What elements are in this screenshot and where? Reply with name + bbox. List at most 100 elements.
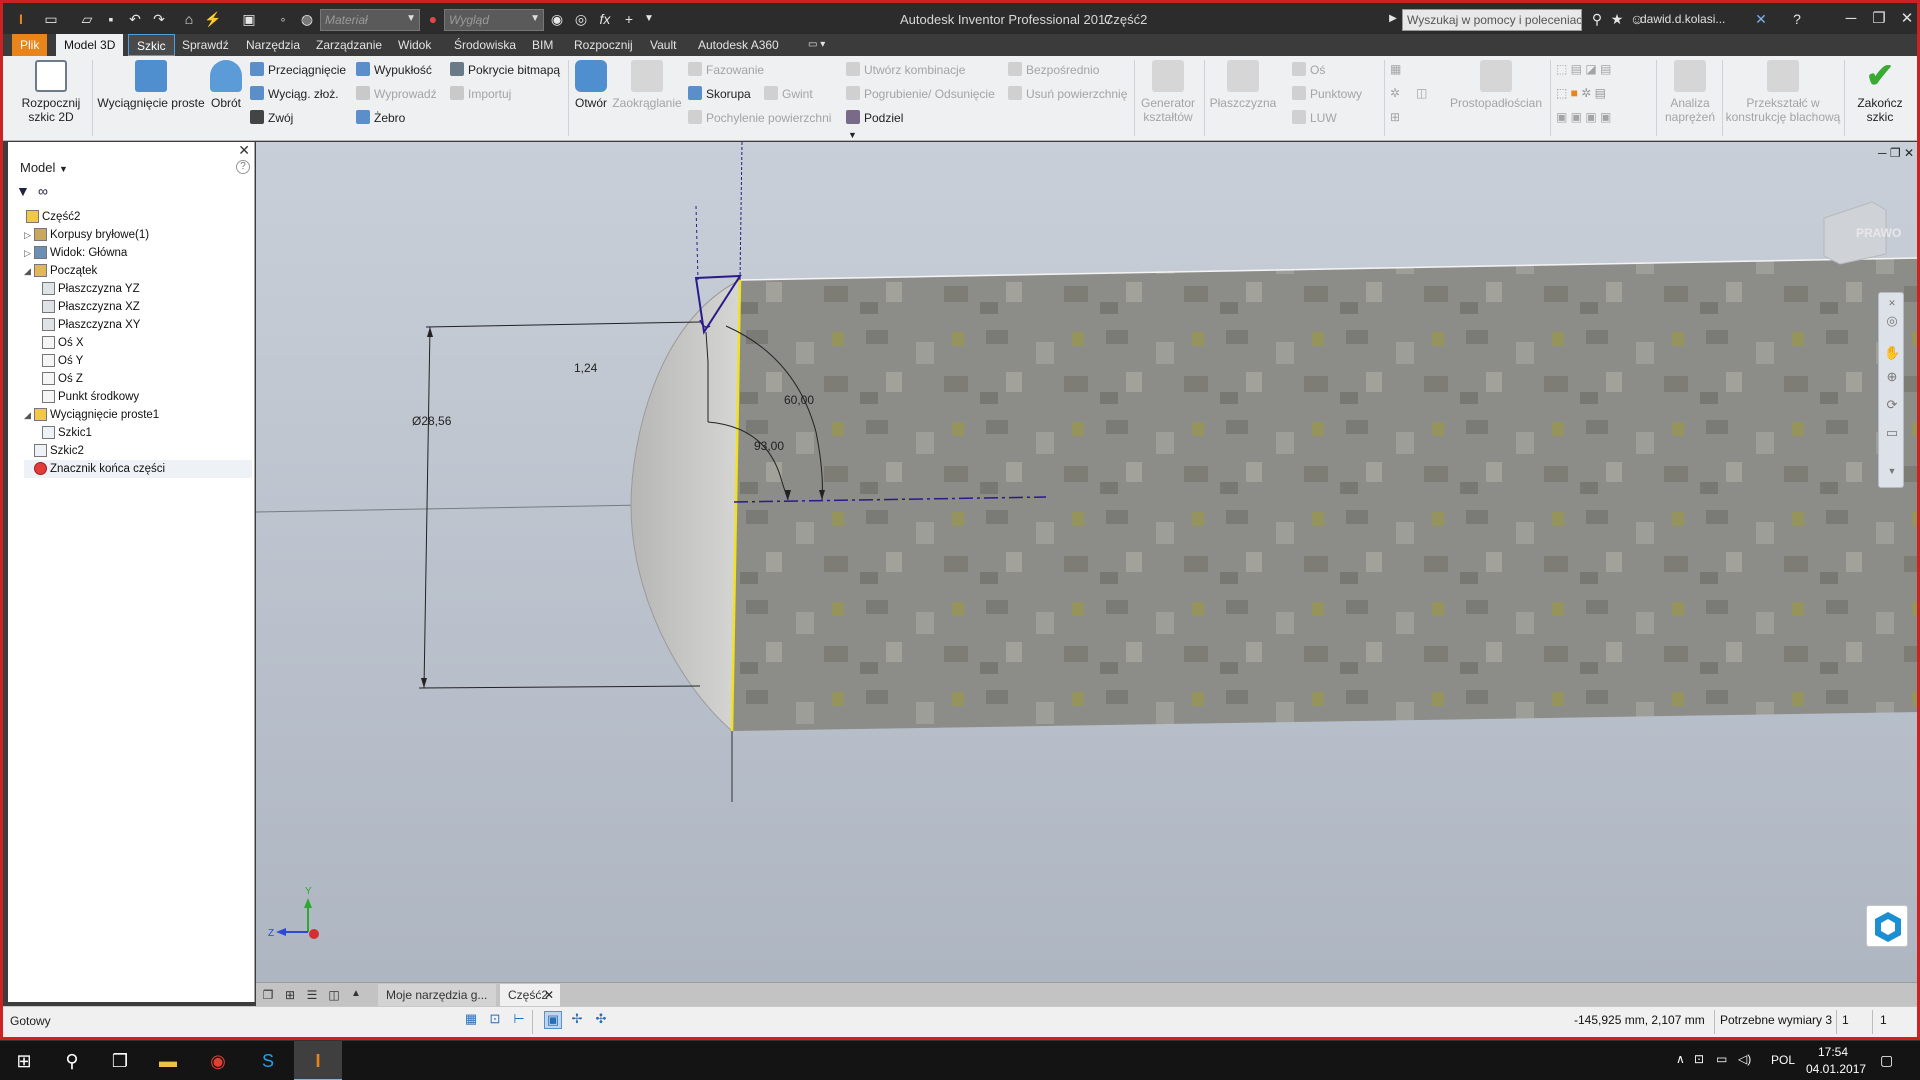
tree-item[interactable]: Płaszczyzna YZ xyxy=(32,280,252,298)
sweep-button[interactable]: Przeciągnięcie xyxy=(250,62,346,77)
redo-icon[interactable]: ↷ xyxy=(150,10,168,28)
navigation-bar[interactable]: ✕ ◎ ✋ ⊕ ⟳ ▭ ▼ xyxy=(1878,292,1904,488)
delete-face-button[interactable]: Usuń powierzchnię xyxy=(1008,86,1127,101)
revolve-button[interactable]: Obrót xyxy=(206,60,246,110)
hole-button[interactable]: Otwór xyxy=(572,60,610,110)
appearance-icon[interactable]: ● xyxy=(424,10,442,28)
filter-icon[interactable]: ▼ xyxy=(16,183,30,199)
chamfer-button[interactable]: Fazowanie xyxy=(688,62,764,77)
expand-icon[interactable]: ▶ xyxy=(1384,10,1402,28)
help-icon[interactable]: ? xyxy=(1788,10,1806,28)
binoculars-icon[interactable]: ⚲ xyxy=(1588,10,1606,28)
undo-icon[interactable]: ↶ xyxy=(126,10,144,28)
mirror-icon[interactable]: ◫ xyxy=(1416,86,1427,100)
tree-twisty-icon[interactable]: ▷ xyxy=(24,226,34,244)
navbar-menu-icon[interactable]: ▼ xyxy=(1884,463,1900,479)
loft-button[interactable]: Wyciąg. złoż. xyxy=(250,86,339,101)
combine-button[interactable]: Utwórz kombinacje xyxy=(846,62,965,77)
tree-twisty-icon[interactable]: ◢ xyxy=(24,262,34,280)
tab-file[interactable]: Plik xyxy=(12,34,48,56)
inventor-taskbar-icon[interactable]: I xyxy=(294,1041,342,1080)
tree-item[interactable]: Szkic2 xyxy=(24,442,252,460)
tab-sketch[interactable]: Szkic xyxy=(128,34,175,56)
box-button[interactable]: Prostopadłościan xyxy=(1444,60,1548,110)
tree-item[interactable]: Oś X xyxy=(32,334,252,352)
dimension-icon[interactable]: ⊡ xyxy=(486,1011,504,1029)
user-name[interactable]: dawid.d.kolasi... xyxy=(1640,12,1725,26)
close-icon[interactable]: ✕ xyxy=(238,142,250,159)
shape-generator-button[interactable]: Generator kształtów xyxy=(1136,60,1200,124)
customize-icon[interactable]: ▼ xyxy=(640,10,658,28)
emboss-button[interactable]: Wypukłość xyxy=(356,62,432,77)
appearance-combo[interactable]: Wygląd ▼ xyxy=(444,9,544,31)
browser-title[interactable]: Model ▼ xyxy=(20,160,68,175)
graphics-viewport[interactable]: Ø28,56 1,24 60,00 93,00 Y Z PRAWO ─ ❐ ✕ … xyxy=(256,142,1920,982)
tree-twisty-icon[interactable]: ◢ xyxy=(24,406,34,424)
tree-item[interactable]: Punkt środkowy xyxy=(32,388,252,406)
tab-bim[interactable]: BIM xyxy=(524,34,561,56)
thread-button[interactable]: Gwint xyxy=(764,86,813,101)
tree-item[interactable]: Oś Z xyxy=(32,370,252,388)
pattern-sketch-icon[interactable]: ⊞ xyxy=(1390,110,1400,124)
dimension-diameter[interactable]: Ø28,56 xyxy=(412,414,452,428)
pattern-circ-icon[interactable]: ✲ xyxy=(1390,86,1400,100)
start-icon[interactable]: ⊞ xyxy=(0,1041,48,1080)
viewport-window-controls[interactable]: ─ ❐ ✕ xyxy=(1878,146,1914,160)
tab-model-3d[interactable]: Model 3D xyxy=(56,34,124,56)
cylinder-end-cap[interactable] xyxy=(630,279,741,733)
search-icon[interactable]: ⚲ xyxy=(48,1041,96,1080)
save-icon[interactable]: ▪ xyxy=(102,10,120,28)
axis-button[interactable]: Oś xyxy=(1292,62,1325,77)
tree-item[interactable]: ◢ Wyciągnięcie proste1 xyxy=(24,406,252,424)
clear-icon[interactable]: ◎ xyxy=(572,10,590,28)
tile-icon[interactable]: ⊞ xyxy=(282,988,298,1002)
globe-icon[interactable]: ◍ xyxy=(298,10,316,28)
freeform-icon[interactable]: ⬚ ■ ✲ ▤ xyxy=(1556,86,1606,100)
chrome-icon[interactable]: ◉ xyxy=(194,1041,242,1080)
thicken-button[interactable]: Pogrubienie/ Odsunięcie xyxy=(846,86,995,101)
zoom-icon[interactable]: ⊕ xyxy=(1884,369,1900,385)
tile-vertical-icon[interactable]: ◫ xyxy=(326,988,342,1002)
derive-button[interactable]: Wyprowadź xyxy=(356,86,437,101)
direct-edit-button[interactable]: Bezpośrednio xyxy=(1008,62,1099,77)
tree-item[interactable]: Płaszczyzna XY xyxy=(32,316,252,334)
viewcube-label[interactable]: PRAWO xyxy=(1856,226,1901,240)
sketch-mode-icon[interactable]: ▣ xyxy=(544,1011,562,1029)
extrude-button[interactable]: Wyciągnięcie proste xyxy=(96,60,206,110)
grid-icon[interactable]: ▦ xyxy=(462,1011,480,1029)
tab-a360[interactable]: Autodesk A360 xyxy=(690,34,787,56)
split-button[interactable]: Podziel xyxy=(846,110,903,125)
home-icon[interactable]: ⌂ xyxy=(180,10,198,28)
dimension-angle-60[interactable]: 60,00 xyxy=(784,393,814,407)
tree-item[interactable]: ▷ Korpusy bryłowe(1) xyxy=(24,226,252,244)
tab-my-tools[interactable]: Moje narzędzia g... xyxy=(378,984,496,1006)
input-language[interactable]: POL xyxy=(1771,1053,1795,1067)
tree-item[interactable]: Płaszczyzna XZ xyxy=(32,298,252,316)
start-2d-sketch-button[interactable]: Rozpocznij szkic 2D xyxy=(14,60,88,124)
clock-date[interactable]: 04.01.2017 xyxy=(1806,1062,1866,1076)
import-button[interactable]: Importuj xyxy=(450,86,511,101)
orbit-icon[interactable]: ⟳ xyxy=(1884,397,1900,413)
help-search-input[interactable]: Wyszukaj w pomocy i poleceniach xyxy=(1402,9,1582,31)
restore-icon[interactable]: ❐ xyxy=(1866,8,1892,30)
update-icon[interactable]: ⚡ xyxy=(204,10,222,28)
dimension-angle-93[interactable]: 93,00 xyxy=(754,439,784,453)
clock-time[interactable]: 17:54 xyxy=(1818,1045,1848,1059)
binoculars-icon[interactable]: ∞ xyxy=(38,183,48,199)
material-combo[interactable]: Materiał ▼ xyxy=(320,9,420,31)
tree-item[interactable]: Znacznik końca części xyxy=(24,460,252,478)
relax-icon[interactable]: ✣ xyxy=(592,1011,610,1029)
file-explorer-icon[interactable]: ▬ xyxy=(144,1041,192,1080)
fx-icon[interactable]: fx xyxy=(596,10,614,28)
pattern-rect-icon[interactable]: ▦ xyxy=(1390,62,1401,76)
volume-icon[interactable]: ◁) xyxy=(1738,1052,1751,1066)
navbar-close-icon[interactable]: ✕ xyxy=(1884,295,1900,311)
cylinder-body[interactable] xyxy=(732,258,1920,731)
tab-inspect[interactable]: Sprawdź xyxy=(174,34,237,56)
decal-button[interactable]: Pokrycie bitmapą xyxy=(450,62,560,77)
adjust-icon[interactable]: ◉ xyxy=(548,10,566,28)
plane-button[interactable]: Płaszczyzna xyxy=(1208,60,1278,110)
chevron-down-icon[interactable]: ▼ xyxy=(848,130,857,140)
new-file-icon[interactable]: ▭ xyxy=(42,10,60,28)
inventor-logo-icon[interactable]: I xyxy=(12,10,30,28)
